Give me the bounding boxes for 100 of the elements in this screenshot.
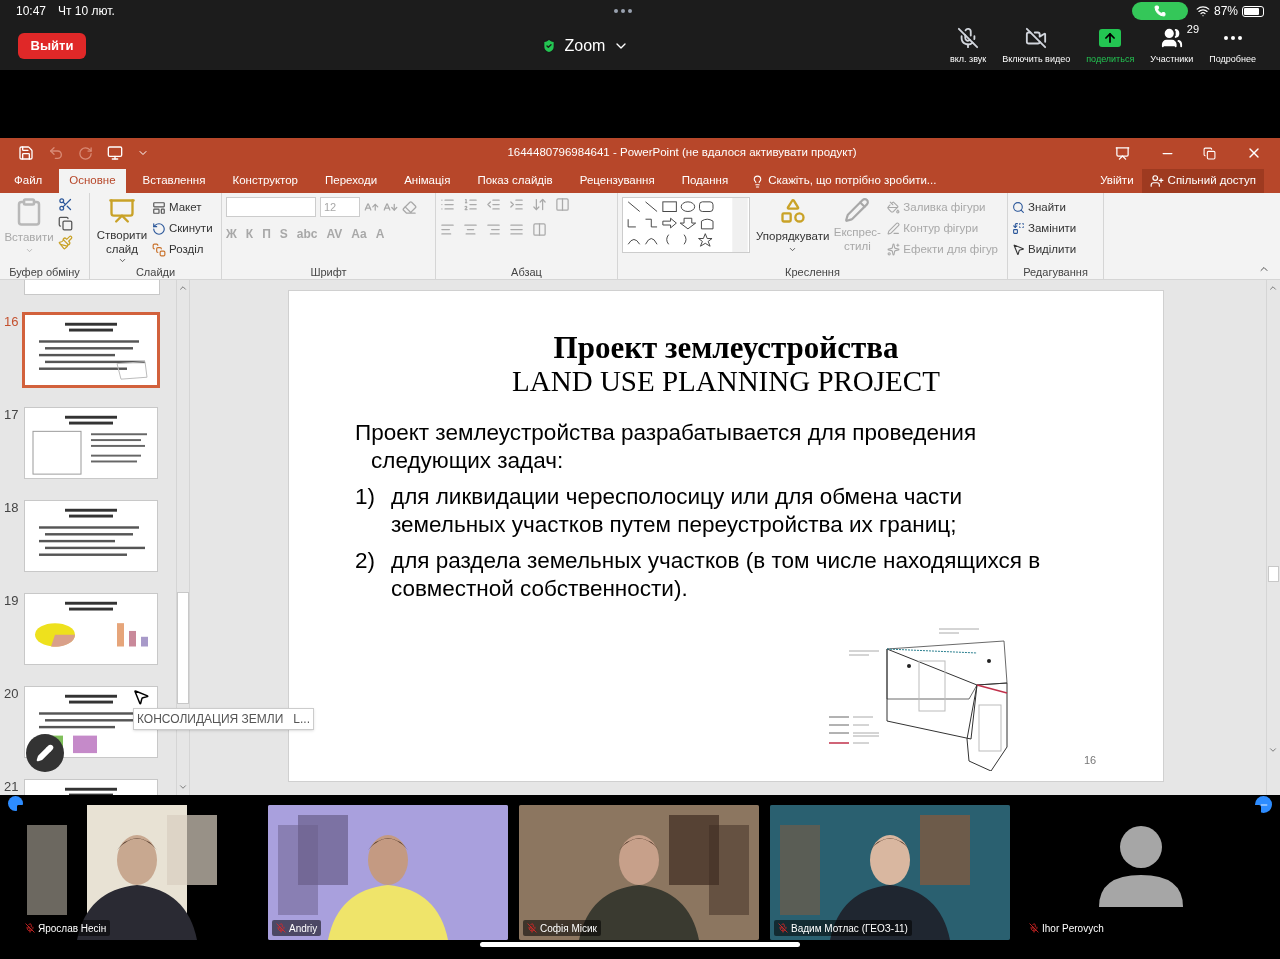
- people-icon: [1160, 27, 1183, 50]
- slideshow-icon[interactable]: [107, 145, 123, 161]
- slide-thumbnail[interactable]: [24, 500, 158, 572]
- status-date: Чт 10 лют.: [58, 3, 115, 20]
- tell-me-field[interactable]: Скажіть, що потрібно зробити...: [745, 169, 943, 193]
- numbering-icon[interactable]: [463, 197, 478, 212]
- participant-name: Вадим Мотлас (ГЕОЗ-11): [791, 921, 908, 936]
- arrange-button[interactable]: Упорядкувати: [756, 197, 830, 255]
- shapes-icon: [778, 197, 807, 225]
- section-icon: [152, 242, 166, 257]
- ribbon-options-icon[interactable]: [1115, 145, 1130, 161]
- video-tile[interactable]: Вадим Мотлас (ГЕОЗ-11): [770, 805, 1010, 940]
- status-time: 10:47: [16, 3, 47, 20]
- ribbon-tab[interactable]: Показ слайдів: [467, 169, 563, 193]
- scroll-down-icon[interactable]: [178, 782, 188, 792]
- search-icon: [1012, 201, 1025, 214]
- indent-icon[interactable]: [509, 197, 524, 212]
- align-left-icon[interactable]: [440, 222, 455, 237]
- scroll-up-icon[interactable]: [1268, 283, 1278, 293]
- align-center-icon[interactable]: [463, 222, 478, 237]
- call-button[interactable]: [1131, 2, 1188, 20]
- leave-button[interactable]: Выйти: [18, 33, 86, 59]
- ribbon-tab[interactable]: Подання: [671, 169, 739, 193]
- scrollbar-thumb[interactable]: [177, 592, 189, 704]
- sign-in-link[interactable]: Увійти: [1092, 169, 1142, 193]
- annotate-button[interactable]: [26, 734, 64, 772]
- justify-icon[interactable]: [509, 222, 524, 237]
- ribbon-tab[interactable]: Переходи: [315, 169, 388, 193]
- new-slide-button[interactable]: Створити слайд: [94, 197, 150, 265]
- align-right-icon[interactable]: [486, 222, 501, 237]
- pencil-icon: [844, 197, 871, 223]
- undo-icon[interactable]: [48, 145, 64, 161]
- slide-paragraph: Проект землеустройства разрабатывается для проведения следующих задач:: [355, 419, 978, 475]
- toolbar-button[interactable]: 29 Участники: [1144, 25, 1200, 67]
- ribbon-tab[interactable]: Основне: [59, 169, 126, 193]
- more-icon: [1223, 36, 1242, 41]
- participant-name: Ihor Perovych: [1042, 921, 1104, 936]
- slide-thumbnail[interactable]: [24, 407, 158, 479]
- scissors-icon[interactable]: [58, 197, 73, 212]
- battery-level: 87%: [1213, 3, 1238, 20]
- toolbar-button[interactable]: поделиться: [1080, 25, 1141, 67]
- toolbar-button[interactable]: Включить видео: [996, 25, 1077, 67]
- slide-thumbnail[interactable]: [24, 593, 158, 665]
- pen-icon: [887, 222, 901, 235]
- group-label: Креслення: [784, 265, 841, 279]
- group-label: Буфер обміну: [8, 265, 81, 279]
- group-label: Редагування: [1022, 265, 1089, 279]
- add-person-icon: [1149, 174, 1164, 188]
- ribbon-command[interactable]: Виділити: [1012, 239, 1077, 260]
- video-tile[interactable]: Andriy: [268, 805, 508, 940]
- save-icon[interactable]: [18, 145, 34, 161]
- slide-thumbnail[interactable]: [22, 312, 160, 388]
- columns-icon[interactable]: [532, 222, 547, 237]
- paint-bucket-icon: [887, 201, 901, 214]
- eraser-icon[interactable]: [402, 199, 417, 215]
- slide-title: Проект землеустройства: [553, 331, 899, 365]
- ribbon-command[interactable]: Скинути: [152, 218, 213, 239]
- ribbon-command[interactable]: Макет: [152, 197, 213, 218]
- ribbon-tab[interactable]: Рецензування: [569, 169, 665, 193]
- scroll-up-icon[interactable]: [178, 283, 188, 293]
- participant-count: 29: [1186, 22, 1200, 38]
- ribbon-command[interactable]: Замінити: [1012, 218, 1077, 239]
- slide-number: 18: [3, 499, 20, 517]
- wifi-icon: [1195, 4, 1210, 18]
- ribbon-command[interactable]: Розділ: [152, 239, 213, 260]
- ribbon-tab[interactable]: Файл: [4, 169, 53, 193]
- ribbon-tab[interactable]: Вставлення: [132, 169, 216, 193]
- muted-microphone-icon: [957, 27, 980, 50]
- avatar-icon: [1099, 825, 1183, 907]
- slide-number: 16: [3, 313, 20, 331]
- toolbar-button[interactable]: Подробнее: [1203, 25, 1262, 67]
- scrollbar-thumb[interactable]: [1268, 566, 1279, 582]
- pencil-icon: [36, 744, 54, 762]
- ribbon-tab[interactable]: Конструктор: [222, 169, 308, 193]
- line-spacing-icon[interactable]: [532, 197, 547, 212]
- copy-icon[interactable]: [58, 216, 73, 231]
- more-icon[interactable]: [614, 9, 633, 13]
- replace-icon: [1012, 222, 1025, 235]
- ribbon-tab[interactable]: Анімація: [394, 169, 461, 193]
- caret-icon: [117, 256, 127, 265]
- slide-icon: [108, 197, 136, 225]
- group-label: Слайди: [134, 265, 177, 279]
- outdent-icon[interactable]: [486, 197, 501, 212]
- video-tile[interactable]: Софія Місик: [519, 805, 759, 940]
- scroll-down-icon[interactable]: [1268, 745, 1278, 755]
- ribbon-command[interactable]: Знайти: [1012, 197, 1077, 218]
- restore-icon[interactable]: [1203, 146, 1216, 160]
- slide-number: 21: [3, 778, 20, 795]
- list-item: для раздела земельных участков (в том числе находящихся в совместной собственности).: [391, 547, 1042, 603]
- shapes-gallery[interactable]: [622, 197, 750, 253]
- page-number: 16: [1084, 753, 1097, 768]
- font-name-field[interactable]: [226, 197, 316, 217]
- group-label: Шрифт: [309, 265, 348, 279]
- share-button[interactable]: Спільний доступ: [1141, 169, 1264, 193]
- tooltip: КОНСОЛИДАЦИЯ ЗЕМЛИ L...: [133, 708, 314, 730]
- toolbar-button[interactable]: вкл. звук: [944, 25, 993, 67]
- cursor-icon: [132, 688, 150, 706]
- redo-icon[interactable]: [78, 145, 93, 161]
- phone-icon: [1153, 5, 1166, 17]
- meeting-title[interactable]: Zoom: [564, 34, 606, 58]
